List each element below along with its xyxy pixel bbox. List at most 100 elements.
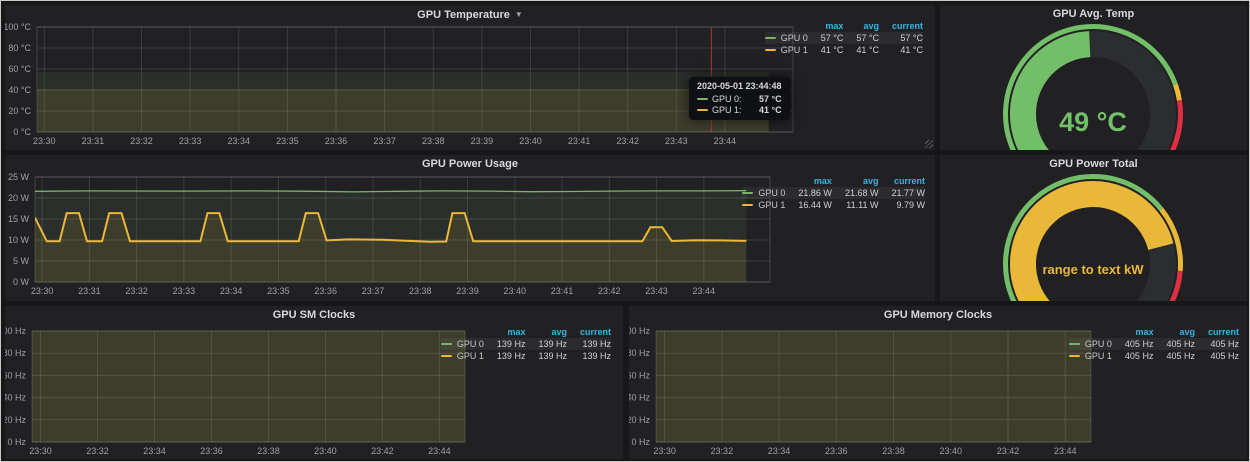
tooltip-series-row: GPU 0:57 °C: [697, 94, 782, 104]
legend-series-value: 405 Hz: [1112, 350, 1154, 362]
grafana-dashboard: GPU Temperature▼ maxavgcurrentGPU 057 °C…: [0, 0, 1250, 462]
legend-series-value: 57 °C: [808, 32, 844, 44]
panel-title-text: GPU SM Clocks: [273, 309, 356, 321]
legend-series-value: 21.77 W: [878, 187, 925, 199]
legend-series-row[interactable]: GPU 1405 Hz405 Hz405 Hz: [1069, 350, 1239, 362]
legend-series-row[interactable]: GPU 0405 Hz405 Hz405 Hz: [1069, 338, 1239, 350]
gauge: 49 °C: [940, 5, 1247, 150]
panel-title-gpu-avg-temp[interactable]: GPU Avg. Temp: [940, 5, 1247, 23]
series-fill-gpu-1: [656, 306, 1091, 442]
legend-header-avg: avg: [525, 326, 567, 338]
tooltip-series-value: 41 °C: [749, 105, 782, 115]
x-axis-tick-label: 23:35: [267, 286, 290, 296]
y-axis-tick-label: 5 W: [13, 256, 30, 266]
y-axis-tick-label: 0 W: [13, 277, 30, 287]
y-axis-tick-label: 0 Hz: [631, 437, 650, 447]
y-axis-tick-label: 20 °C: [8, 106, 31, 116]
x-axis-tick-label: 23:40: [940, 446, 963, 456]
x-axis-tick-label: 23:38: [882, 446, 905, 456]
x-axis-tick-label: 23:37: [362, 286, 385, 296]
panel-resize-handle[interactable]: [925, 140, 933, 148]
legend-series-value: 405 Hz: [1153, 338, 1195, 350]
x-axis-tick-label: 23:42: [997, 446, 1020, 456]
x-axis-tick-label: 23:44: [1054, 446, 1077, 456]
panel-title-gpu-temperature[interactable]: GPU Temperature ▼: [5, 5, 935, 23]
y-axis-tick-label: 80 °C: [8, 43, 31, 53]
y-axis-tick-label: 0 °C: [13, 127, 31, 137]
x-axis-tick-label: 23:33: [179, 136, 202, 146]
y-axis-tick-label: 60 Hz: [5, 370, 26, 380]
legend-header-row: maxavgcurrent: [1069, 326, 1239, 338]
x-axis-tick-label: 23:42: [616, 136, 639, 146]
legend-series-name: GPU 0: [1085, 339, 1112, 349]
y-axis-tick-label: 40 Hz: [629, 393, 650, 403]
x-axis-tick-label: 23:33: [173, 286, 196, 296]
legend-series-value: 139 Hz: [484, 350, 526, 362]
x-axis-tick-label: 23:34: [227, 136, 250, 146]
x-axis-tick-label: 23:43: [665, 136, 688, 146]
panel-title-gpu-power-total[interactable]: GPU Power Total: [940, 155, 1247, 173]
x-axis-tick-label: 23:35: [276, 136, 299, 146]
legend-series-value: 405 Hz: [1112, 338, 1154, 350]
legend-header-current: current: [878, 175, 925, 187]
x-axis-tick-label: 23:32: [125, 286, 148, 296]
legend-series-row[interactable]: GPU 0139 Hz139 Hz139 Hz: [441, 338, 611, 350]
graph-tooltip: 2020-05-01 23:44:48GPU 0:57 °CGPU 1:41 °…: [689, 77, 790, 120]
legend-header-max: max: [1112, 326, 1154, 338]
panel-title-text: GPU Power Total: [1049, 158, 1137, 170]
legend-header-max: max: [785, 175, 832, 187]
x-axis-tick-label: 23:39: [471, 136, 494, 146]
legend-series-value: 21.86 W: [785, 187, 832, 199]
series-color-dash-icon: [765, 49, 776, 51]
series-color-dash-icon: [765, 37, 776, 39]
legend-gpu-memory-clocks: maxavgcurrentGPU 0405 Hz405 Hz405 HzGPU …: [1069, 326, 1239, 362]
panel-title-gpu-sm-clocks[interactable]: GPU SM Clocks: [5, 306, 623, 324]
legend-series-name: GPU 1: [758, 200, 785, 210]
x-axis-tick-label: 23:31: [78, 286, 101, 296]
tooltip-series-name: GPU 1:: [712, 105, 742, 115]
y-axis-tick-label: 80 Hz: [629, 348, 650, 358]
legend-series-value: 57 °C: [879, 32, 923, 44]
chevron-down-icon: ▼: [515, 10, 523, 19]
x-axis-tick-label: 23:37: [373, 136, 396, 146]
legend-series-value: 41 °C: [808, 44, 844, 56]
x-axis-tick-label: 23:31: [82, 136, 105, 146]
panel-gpu-memory-clocks: GPU Memory Clocks maxavgcurrentGPU 0405 …: [629, 306, 1247, 459]
legend-series-value: 405 Hz: [1153, 350, 1195, 362]
legend-series-name: GPU 1: [457, 351, 484, 361]
gauge-value-text: 49 °C: [1059, 107, 1127, 137]
x-axis-tick-label: 23:38: [257, 446, 280, 456]
panel-title-text: GPU Power Usage: [422, 158, 518, 170]
y-axis-tick-label: 25 W: [8, 172, 30, 182]
panel-gpu-avg-temp: GPU Avg. Temp 49 °C: [940, 5, 1247, 150]
legend-series-row[interactable]: GPU 116.44 W11.11 W9.79 W: [742, 199, 925, 211]
series-color-dash-icon: [441, 343, 452, 345]
x-axis-tick-label: 23:36: [825, 446, 848, 456]
gauge-value-text: range to text kW: [1042, 262, 1144, 277]
legend-series-row[interactable]: GPU 1139 Hz139 Hz139 Hz: [441, 350, 611, 362]
legend-gpu-temperature: maxavgcurrentGPU 057 °C57 °C57 °CGPU 141…: [765, 20, 923, 56]
x-axis-tick-label: 23:34: [768, 446, 791, 456]
y-axis-tick-label: 100 Hz: [5, 326, 26, 336]
series-color-dash-icon: [697, 109, 708, 111]
legend-series-value: 139 Hz: [567, 338, 611, 350]
panel-title-text: GPU Temperature: [417, 9, 510, 21]
legend-series-row[interactable]: GPU 141 °C41 °C41 °C: [765, 44, 923, 56]
legend-series-value: 11.11 W: [832, 199, 879, 211]
x-axis-tick-label: 23:30: [31, 286, 54, 296]
x-axis-tick-label: 23:32: [86, 446, 109, 456]
panel-title-gpu-power-usage[interactable]: GPU Power Usage: [5, 155, 935, 173]
x-axis-tick-label: 23:44: [428, 446, 451, 456]
legend-gpu-sm-clocks: maxavgcurrentGPU 0139 Hz139 Hz139 HzGPU …: [441, 326, 611, 362]
y-axis-tick-label: 15 W: [8, 214, 30, 224]
x-axis-tick-label: 23:36: [325, 136, 348, 146]
panel-title-gpu-memory-clocks[interactable]: GPU Memory Clocks: [629, 306, 1247, 324]
y-axis-tick-label: 80 Hz: [5, 348, 26, 358]
legend-header-current: current: [567, 326, 611, 338]
x-axis-tick-label: 23:39: [456, 286, 479, 296]
legend-series-row[interactable]: GPU 021.86 W21.68 W21.77 W: [742, 187, 925, 199]
legend-series-name: GPU 1: [1085, 351, 1112, 361]
y-axis-tick-label: 10 W: [8, 235, 30, 245]
legend-series-row[interactable]: GPU 057 °C57 °C57 °C: [765, 32, 923, 44]
x-axis-tick-label: 23:30: [653, 446, 676, 456]
